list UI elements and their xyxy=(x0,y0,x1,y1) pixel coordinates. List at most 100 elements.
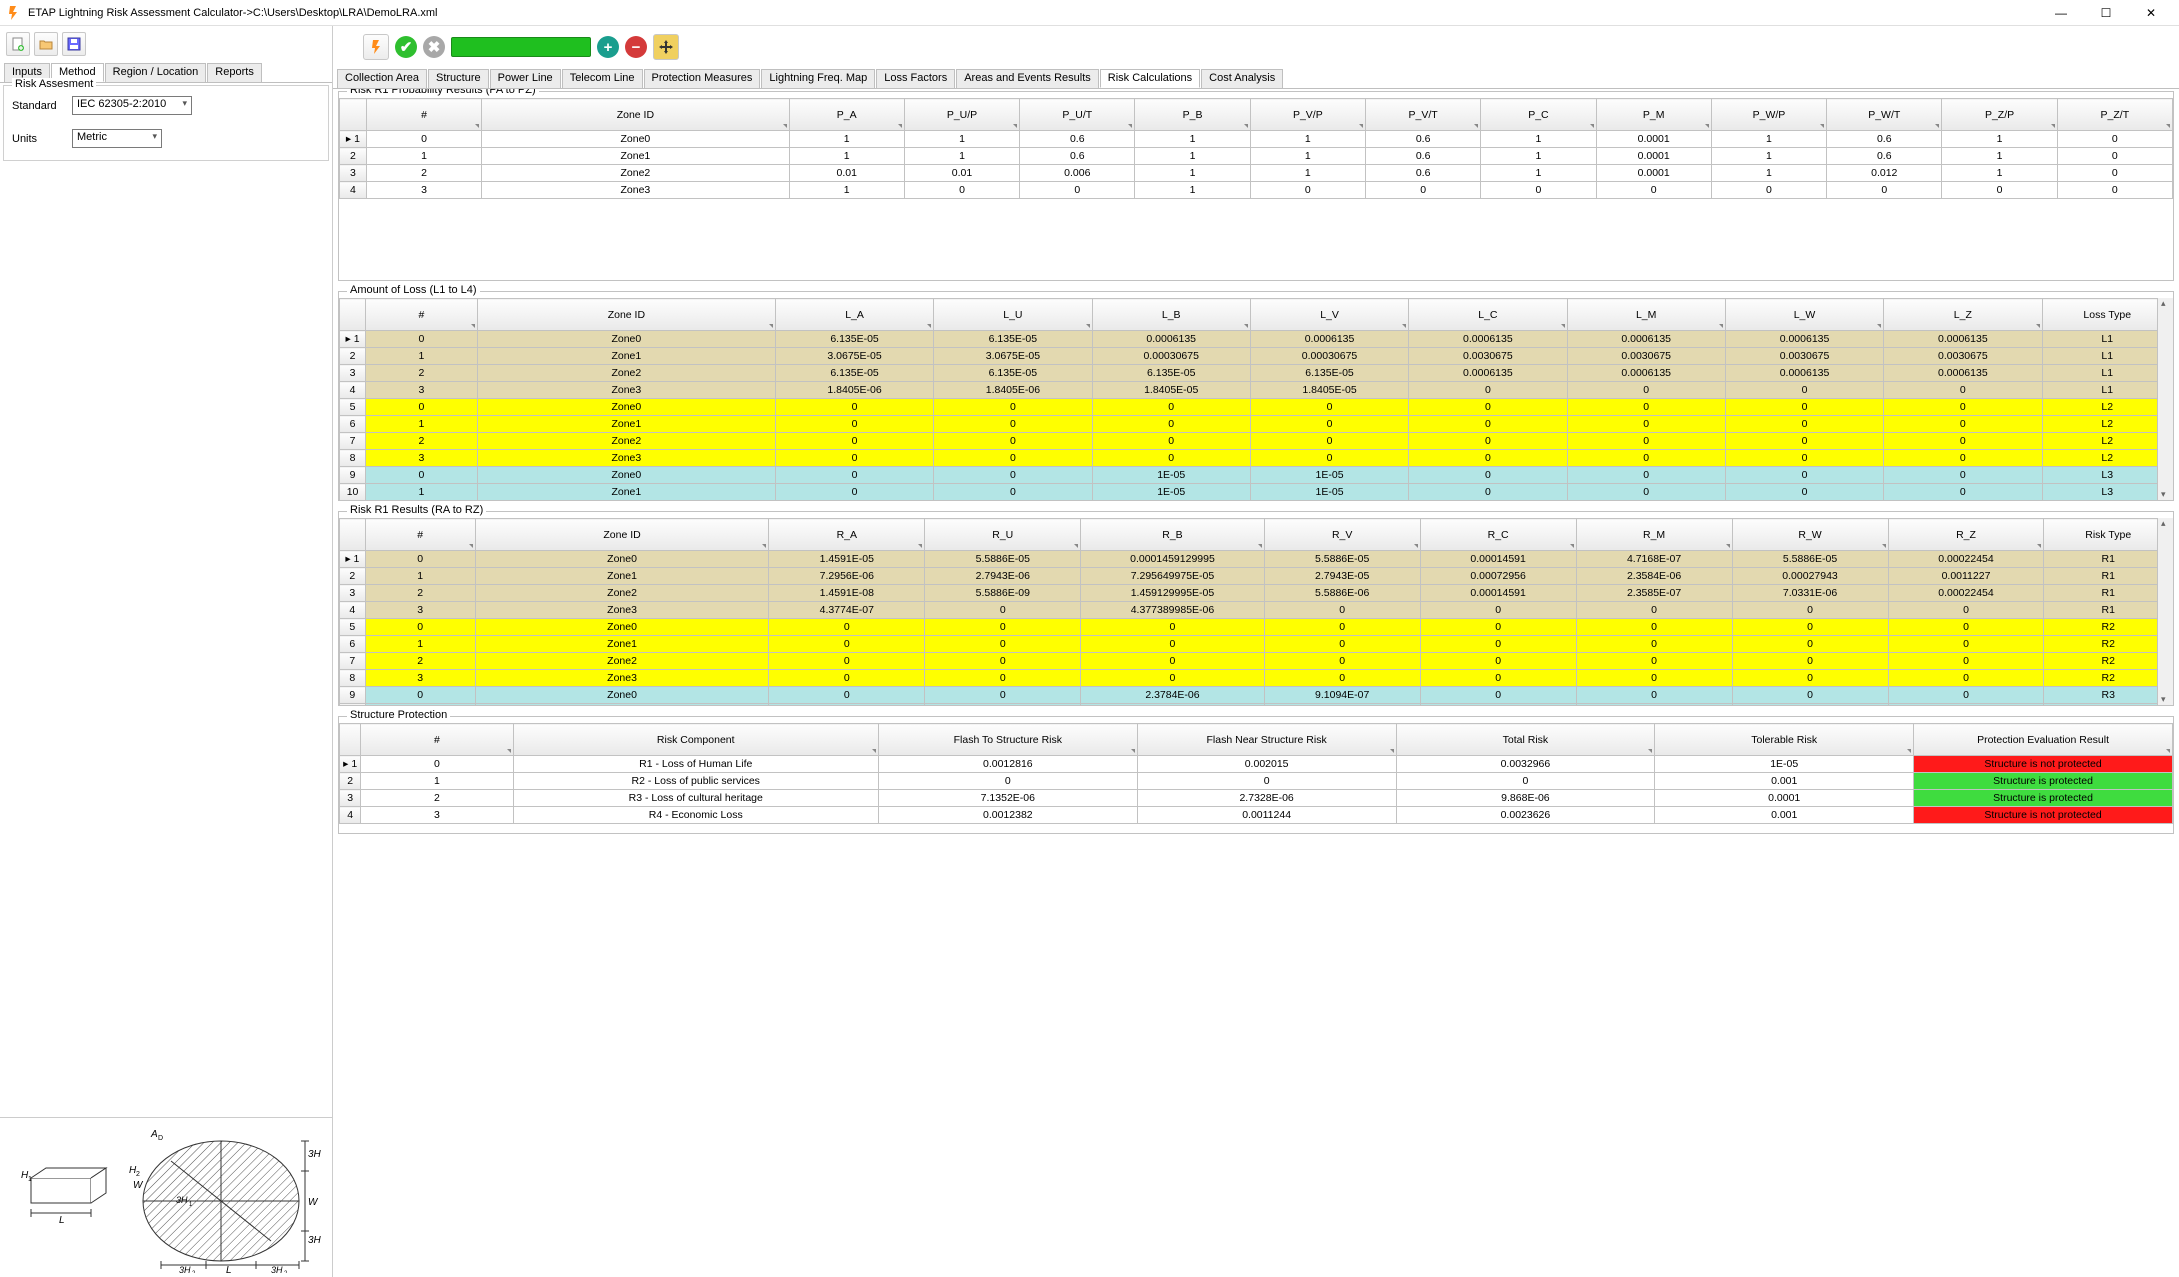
row-header[interactable]: 2 xyxy=(340,773,361,790)
right-tab-collection-area[interactable]: Collection Area xyxy=(337,69,427,88)
cell[interactable]: 0 xyxy=(1576,687,1732,704)
cell[interactable]: 0 xyxy=(775,484,933,501)
cell[interactable]: 0 xyxy=(1081,653,1264,670)
data-grid[interactable]: #Zone IDP_AP_U/PP_U/TP_BP_V/PP_V/TP_CP_M… xyxy=(339,98,2173,199)
cell[interactable]: 0.6 xyxy=(1365,131,1480,148)
row-header[interactable]: 3 xyxy=(340,790,361,807)
units-select[interactable]: Metric xyxy=(72,129,162,148)
cell[interactable]: 0 xyxy=(934,416,1092,433)
col-header[interactable]: # xyxy=(366,99,481,131)
cell[interactable]: 0 xyxy=(934,399,1092,416)
cell[interactable]: 0 xyxy=(1576,619,1732,636)
cell[interactable]: 1 xyxy=(904,148,1019,165)
table-row[interactable]: ▸ 10R1 - Loss of Human Life0.00128160.00… xyxy=(340,756,2173,773)
cell[interactable]: 0 xyxy=(1250,416,1408,433)
cell[interactable]: 0 xyxy=(1092,399,1250,416)
cell[interactable]: 0.00030675 xyxy=(1092,348,1250,365)
cell[interactable]: 0 xyxy=(1576,636,1732,653)
table-row[interactable]: 72Zone200000000L2 xyxy=(340,433,2173,450)
row-header[interactable]: 8 xyxy=(340,670,366,687)
cell[interactable]: 0.00014591 xyxy=(1420,551,1576,568)
cell[interactable]: 9.868E-06 xyxy=(1396,790,1655,807)
move-button[interactable] xyxy=(653,34,679,60)
cell[interactable]: 1 xyxy=(1250,165,1365,182)
cell[interactable]: 1 xyxy=(366,148,481,165)
col-header[interactable]: P_M xyxy=(1596,99,1711,131)
cell[interactable]: 4.7168E-07 xyxy=(1576,551,1732,568)
cell[interactable]: 0 xyxy=(1567,450,1725,467)
cell[interactable]: 1E-05 xyxy=(1092,484,1250,501)
cell[interactable]: 0 xyxy=(925,704,1081,706)
row-header[interactable]: 9 xyxy=(340,687,366,704)
cell[interactable]: 1 xyxy=(365,704,475,706)
cell[interactable]: 0 xyxy=(1420,602,1576,619)
cell[interactable]: 0.0001459129995 xyxy=(1081,551,1264,568)
cell[interactable]: R3 xyxy=(2044,687,2173,704)
col-header[interactable]: L_A xyxy=(775,299,933,331)
cell[interactable]: 0 xyxy=(1481,182,1596,199)
cell[interactable]: 0 xyxy=(1884,399,2042,416)
cell[interactable]: 1 xyxy=(1135,131,1250,148)
table-row[interactable]: 32R3 - Loss of cultural heritage7.1352E-… xyxy=(340,790,2173,807)
cell[interactable]: 1 xyxy=(366,484,478,501)
table-row[interactable]: 43Zone34.3774E-0704.377389985E-0600000R1 xyxy=(340,602,2173,619)
cell[interactable]: 0 xyxy=(1732,653,1888,670)
col-header[interactable]: Flash Near Structure Risk xyxy=(1137,724,1396,756)
cell[interactable]: 0 xyxy=(769,653,925,670)
cell[interactable]: 0.0001 xyxy=(1596,148,1711,165)
cell[interactable]: 0.00027943 xyxy=(1732,568,1888,585)
cell[interactable]: 0.001 xyxy=(1655,773,1914,790)
cell[interactable]: 1 xyxy=(1481,148,1596,165)
cell[interactable]: 1 xyxy=(365,636,475,653)
right-tab-areas-and-events-results[interactable]: Areas and Events Results xyxy=(956,69,1099,88)
cell[interactable]: 1 xyxy=(1250,148,1365,165)
cell[interactable]: 2.3585E-07 xyxy=(1576,585,1732,602)
cell[interactable]: 0.0012382 xyxy=(878,807,1137,824)
col-header[interactable]: R_V xyxy=(1264,519,1420,551)
cell[interactable]: 0 xyxy=(1020,182,1135,199)
cell[interactable]: 0 xyxy=(1888,704,2044,706)
cell[interactable]: 0 xyxy=(1725,467,1883,484)
cell[interactable]: 0.0006135 xyxy=(1409,331,1567,348)
col-header[interactable]: P_Z/P xyxy=(1942,99,2057,131)
maximize-button[interactable]: ☐ xyxy=(2084,1,2128,25)
calc-button[interactable] xyxy=(363,34,389,60)
cell[interactable]: 1 xyxy=(904,131,1019,148)
cell[interactable]: 0 xyxy=(1888,670,2044,687)
cell[interactable]: 1 xyxy=(1711,148,1826,165)
minimize-button[interactable]: — xyxy=(2039,1,2083,25)
cell[interactable]: 1 xyxy=(1250,131,1365,148)
cell[interactable]: 0 xyxy=(366,467,478,484)
table-row[interactable]: 72Zone200000000R2 xyxy=(340,653,2173,670)
row-header[interactable]: 3 xyxy=(340,365,366,382)
right-tab-structure[interactable]: Structure xyxy=(428,69,489,88)
cell[interactable]: 2.7943E-06 xyxy=(925,568,1081,585)
cell[interactable]: 0 xyxy=(1081,670,1264,687)
cell[interactable]: 1.4591E-05 xyxy=(769,551,925,568)
cell[interactable]: 3.0675E-05 xyxy=(775,348,933,365)
cell[interactable]: 0 xyxy=(1725,416,1883,433)
cell[interactable]: 0 xyxy=(2057,148,2172,165)
cell[interactable]: 0 xyxy=(1420,653,1576,670)
cell[interactable]: R2 xyxy=(2044,619,2173,636)
cell[interactable]: 0 xyxy=(1365,182,1480,199)
cell[interactable]: 6.135E-05 xyxy=(1092,365,1250,382)
col-header[interactable] xyxy=(340,724,361,756)
cell[interactable]: 0 xyxy=(925,602,1081,619)
protection-result-cell[interactable]: Structure is not protected xyxy=(1914,756,2173,773)
cell[interactable]: 3 xyxy=(366,182,481,199)
table-row[interactable]: 50Zone000000000L2 xyxy=(340,399,2173,416)
cell[interactable]: 0.01 xyxy=(904,165,1019,182)
col-header[interactable]: Protection Evaluation Result xyxy=(1914,724,2173,756)
cell[interactable]: 1 xyxy=(1135,165,1250,182)
cell[interactable]: 9.1094E-07 xyxy=(1264,704,1420,706)
cell[interactable]: 0 xyxy=(925,636,1081,653)
cell[interactable]: 0 xyxy=(1884,450,2042,467)
row-header[interactable]: 4 xyxy=(340,602,366,619)
right-tab-risk-calculations[interactable]: Risk Calculations xyxy=(1100,69,1200,88)
row-header[interactable]: 6 xyxy=(340,636,366,653)
cell[interactable]: 2.3584E-06 xyxy=(1576,568,1732,585)
cell[interactable]: 0 xyxy=(2057,131,2172,148)
cell[interactable]: 1 xyxy=(1711,131,1826,148)
cell[interactable]: 1 xyxy=(1135,182,1250,199)
